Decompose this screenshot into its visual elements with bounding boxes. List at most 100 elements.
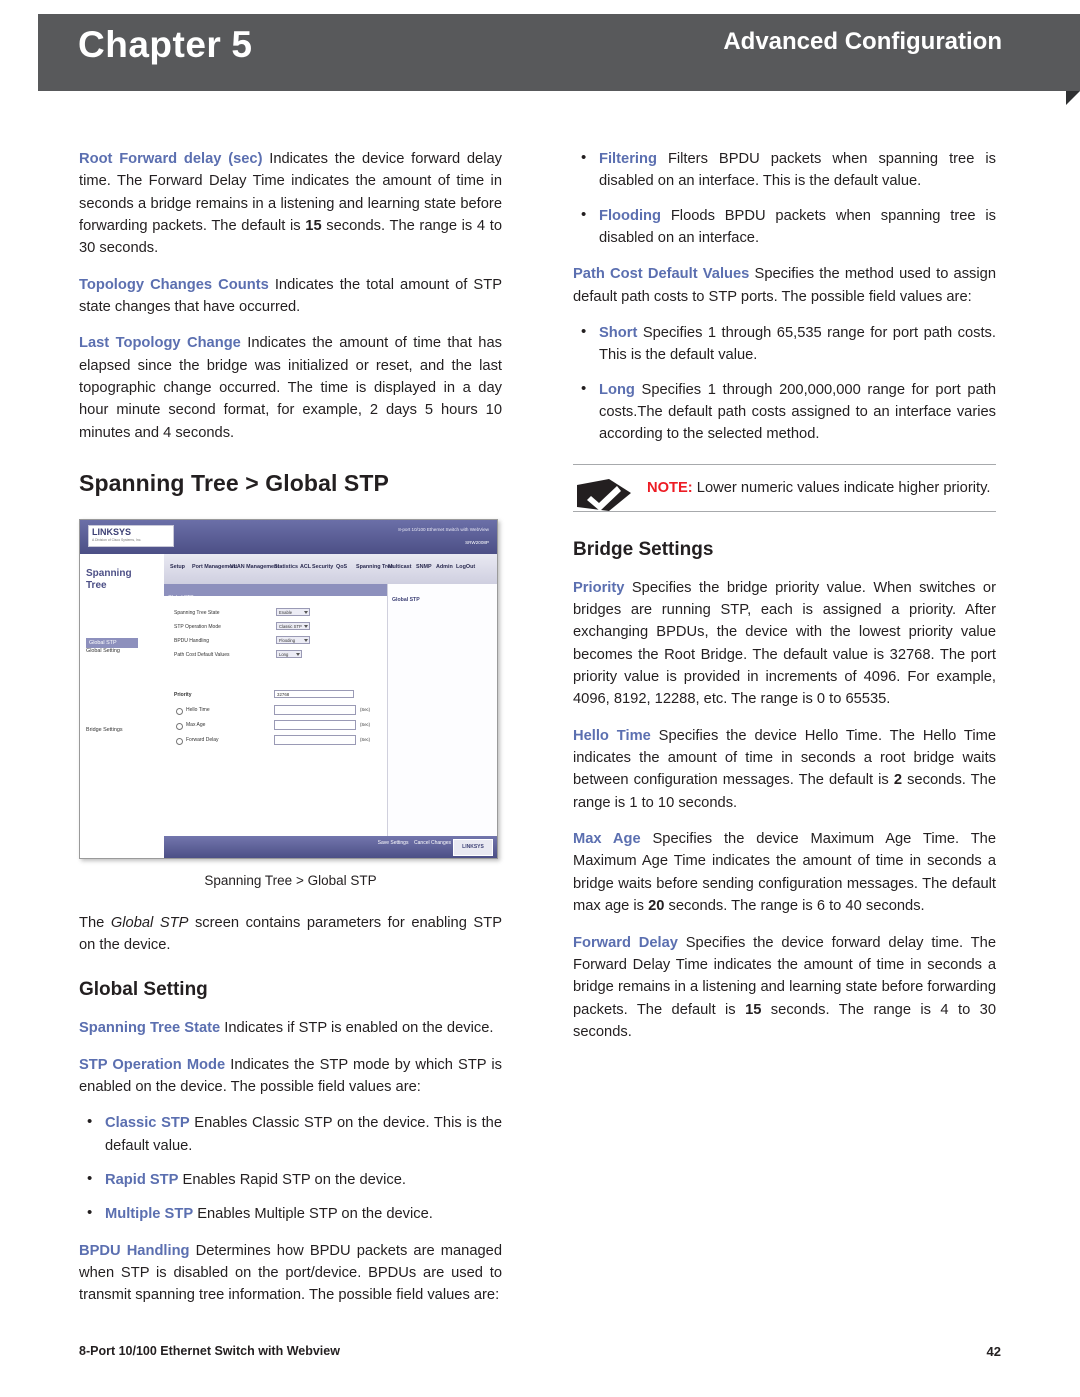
screenshot-menu-security[interactable]: Security (312, 563, 333, 571)
screenshot-menu-logout[interactable]: LogOut (456, 563, 475, 571)
screenshot-label-spanning-tree-state: Spanning Tree State (174, 610, 220, 617)
heading-bridge-settings: Bridge Settings (573, 538, 714, 560)
screenshot-input-forward-delay[interactable] (274, 735, 356, 746)
paragraph-bpdu-handling: BPDU Handling Determines how BPDU packet… (79, 1240, 502, 1307)
screenshot-input-hello-time[interactable] (274, 705, 356, 716)
screenshot-menubar: Setup Port Management VLAN Management St… (164, 554, 497, 586)
term-last-topology-change: Last Topology Change (79, 335, 241, 352)
italic-global-stp: Global STP (110, 914, 189, 931)
chapter-title: Chapter 5 (78, 24, 252, 66)
list-item: Short Specifies 1 through 65,535 range f… (573, 321, 996, 367)
screenshot-menu-setup[interactable]: Setup (170, 563, 185, 571)
screenshot-select-path-cost-default-values[interactable]: Long (276, 650, 302, 659)
screenshot-label-forward-delay: Forward Delay (186, 737, 219, 744)
heading-global-setting: Global Setting (79, 979, 208, 1001)
screenshot-input-priority[interactable]: 32768 (274, 690, 354, 699)
term-spanning-tree-state: Spanning Tree State (79, 1020, 221, 1037)
screenshot-nav-title: Spanning Tree (86, 568, 132, 592)
screenshot-label-hello-time: Hello Time (186, 707, 210, 714)
value-max-age-default: 20 (648, 898, 665, 915)
screenshot-label-max-age: Max Age (186, 722, 206, 729)
term-forward-delay: Forward Delay (573, 934, 678, 951)
screenshot-titlebar: LINKSYS A Division of Cisco Systems, Inc… (80, 520, 497, 555)
paragraph-spanning-tree-state: Spanning Tree State Indicates if STP is … (79, 1017, 502, 1039)
screenshot-help-panel: Global STP (387, 584, 497, 837)
term-short: Short (599, 325, 638, 342)
term-max-age: Max Age (573, 831, 641, 848)
screenshot-footer-buttons: Save Settings Cancel Changes (378, 840, 451, 848)
paragraph-forward-delay: Forward Delay Specifies the device forwa… (573, 932, 996, 1044)
chapter-number: 5 (231, 24, 253, 65)
term-long: Long (599, 381, 635, 398)
note-text: NOTE: Lower numeric values indicate high… (647, 477, 996, 499)
list-item: Long Specifies 1 through 200,000,000 ran… (573, 378, 996, 446)
screenshot-radio-max-age[interactable] (176, 723, 183, 731)
screenshot-select-stp-operation-mode[interactable]: Classic STP (276, 622, 310, 631)
paragraph-priority: Priority Specifies the bridge priority v… (573, 577, 996, 711)
heading-spanning-tree-global-stp: Spanning Tree > Global STP (79, 470, 389, 497)
page-footer: 8-Port 10/100 Ethernet Switch with Webvi… (79, 1344, 1001, 1359)
screenshot-footer-logo: LINKSYS (453, 839, 493, 857)
screenshot-menu-admin[interactable]: Admin (436, 563, 453, 571)
term-multiple-stp: Multiple STP (105, 1206, 194, 1223)
text-rapid-stp: Enables Rapid STP on the device. (178, 1171, 406, 1188)
term-stp-operation-mode: STP Operation Mode (79, 1056, 226, 1073)
screenshot-select-spanning-tree-state[interactable]: Enable (276, 608, 310, 617)
text-long: Specifies 1 through 200,000,000 range fo… (599, 381, 996, 443)
text-short: Specifies 1 through 65,535 range for por… (599, 325, 996, 364)
term-priority: Priority (573, 579, 625, 596)
note-body: Lower numeric values indicate higher pri… (692, 479, 991, 496)
screenshot-radio-forward-delay[interactable] (176, 738, 183, 746)
paragraph-path-cost-default-values: Path Cost Default Values Specifies the m… (573, 263, 996, 308)
term-topology-changes-counts: Topology Changes Counts (79, 276, 269, 293)
screenshot-menu-qos[interactable]: QoS (336, 563, 347, 571)
list-item: Rapid STP Enables Rapid STP on the devic… (79, 1168, 502, 1191)
paragraph-max-age: Max Age Specifies the device Maximum Age… (573, 828, 996, 917)
screenshot-unit-max-age: (Sec) (360, 722, 371, 728)
note-box: NOTE: Lower numeric values indicate high… (573, 463, 996, 512)
term-classic-stp: Classic STP (105, 1115, 190, 1132)
screenshot-help-title: Global STP (392, 597, 420, 604)
note-label: NOTE: (647, 479, 693, 496)
figure-caption: Spanning Tree > Global STP (204, 873, 377, 889)
screenshot-model: SRW2008P (465, 540, 489, 546)
term-root-forward-delay: Root Forward delay (sec) (79, 151, 263, 167)
screenshot-select-bpdu-handling[interactable]: Flooding (276, 636, 310, 645)
term-rapid-stp: Rapid STP (105, 1171, 179, 1188)
screenshot-nav-item-bridge-settings[interactable]: Bridge Settings (86, 726, 123, 734)
figure-global-stp: LINKSYS A Division of Cisco Systems, Inc… (79, 519, 502, 892)
screenshot-menu-statistics[interactable]: Statistics (274, 563, 298, 571)
screenshot-menu-acl[interactable]: ACL (300, 563, 311, 571)
paragraph-hello-time: Hello Time Specifies the device Hello Ti… (573, 725, 996, 814)
screenshot-menu-snmp[interactable]: SNMP (416, 563, 432, 571)
header-section-title: Advanced Configuration (723, 28, 1002, 55)
nav-title-line2: Tree (86, 580, 107, 592)
screenshot-label-path-cost-default-values: Path Cost Default Values (174, 652, 230, 659)
text-filtering: Filters BPDU packets when spanning tree … (599, 151, 996, 190)
footer-product-name: 8-Port 10/100 Ethernet Switch with Webvi… (79, 1344, 340, 1358)
footer-page-number: 42 (986, 1344, 1001, 1359)
list-item: Classic STP Enables Classic STP on the d… (79, 1111, 502, 1157)
term-hello-time: Hello Time (573, 727, 651, 744)
screenshot-cancel-changes-button[interactable]: Cancel Changes (414, 840, 451, 846)
screenshot-radio-hello-time[interactable] (176, 708, 183, 716)
screenshot-menu-vlan-management[interactable]: VLAN Management (230, 563, 279, 571)
screenshot-save-settings-button[interactable]: Save Settings (378, 840, 409, 846)
list-item: Multiple STP Enables Multiple STP on the… (79, 1202, 502, 1225)
screenshot-nav-item-global-setting[interactable]: Global Setting (86, 647, 120, 655)
paragraph-root-forward-delay: Root Forward delay (sec) Indicates the d… (79, 148, 502, 260)
paragraph-global-stp-intro: The Global STP screen contains parameter… (79, 912, 502, 957)
term-bpdu-handling: BPDU Handling (79, 1242, 190, 1259)
screenshot-label-stp-operation-mode: STP Operation Mode (174, 624, 221, 631)
nav-title-line1: Spanning (86, 568, 132, 580)
screenshot-input-max-age[interactable] (274, 720, 356, 731)
term-filtering: Filtering (599, 151, 657, 167)
screenshot-label-bpdu-handling: BPDU Handling (174, 638, 210, 645)
screenshot-logo-sub: A Division of Cisco Systems, Inc. (92, 538, 142, 543)
screenshot-footer-bar: Save Settings Cancel Changes LINKSYS (164, 836, 497, 859)
paragraph-topology-changes-counts: Topology Changes Counts Indicates the to… (79, 274, 502, 319)
screenshot-menu-multicast[interactable]: Multicast (388, 563, 411, 571)
note-checkmark-icon (575, 477, 633, 517)
screenshot-sidebar: Spanning Tree Global STP Global Setting … (80, 554, 165, 859)
text-max-age-tail: seconds. The range is 6 to 40 seconds. (664, 898, 925, 915)
